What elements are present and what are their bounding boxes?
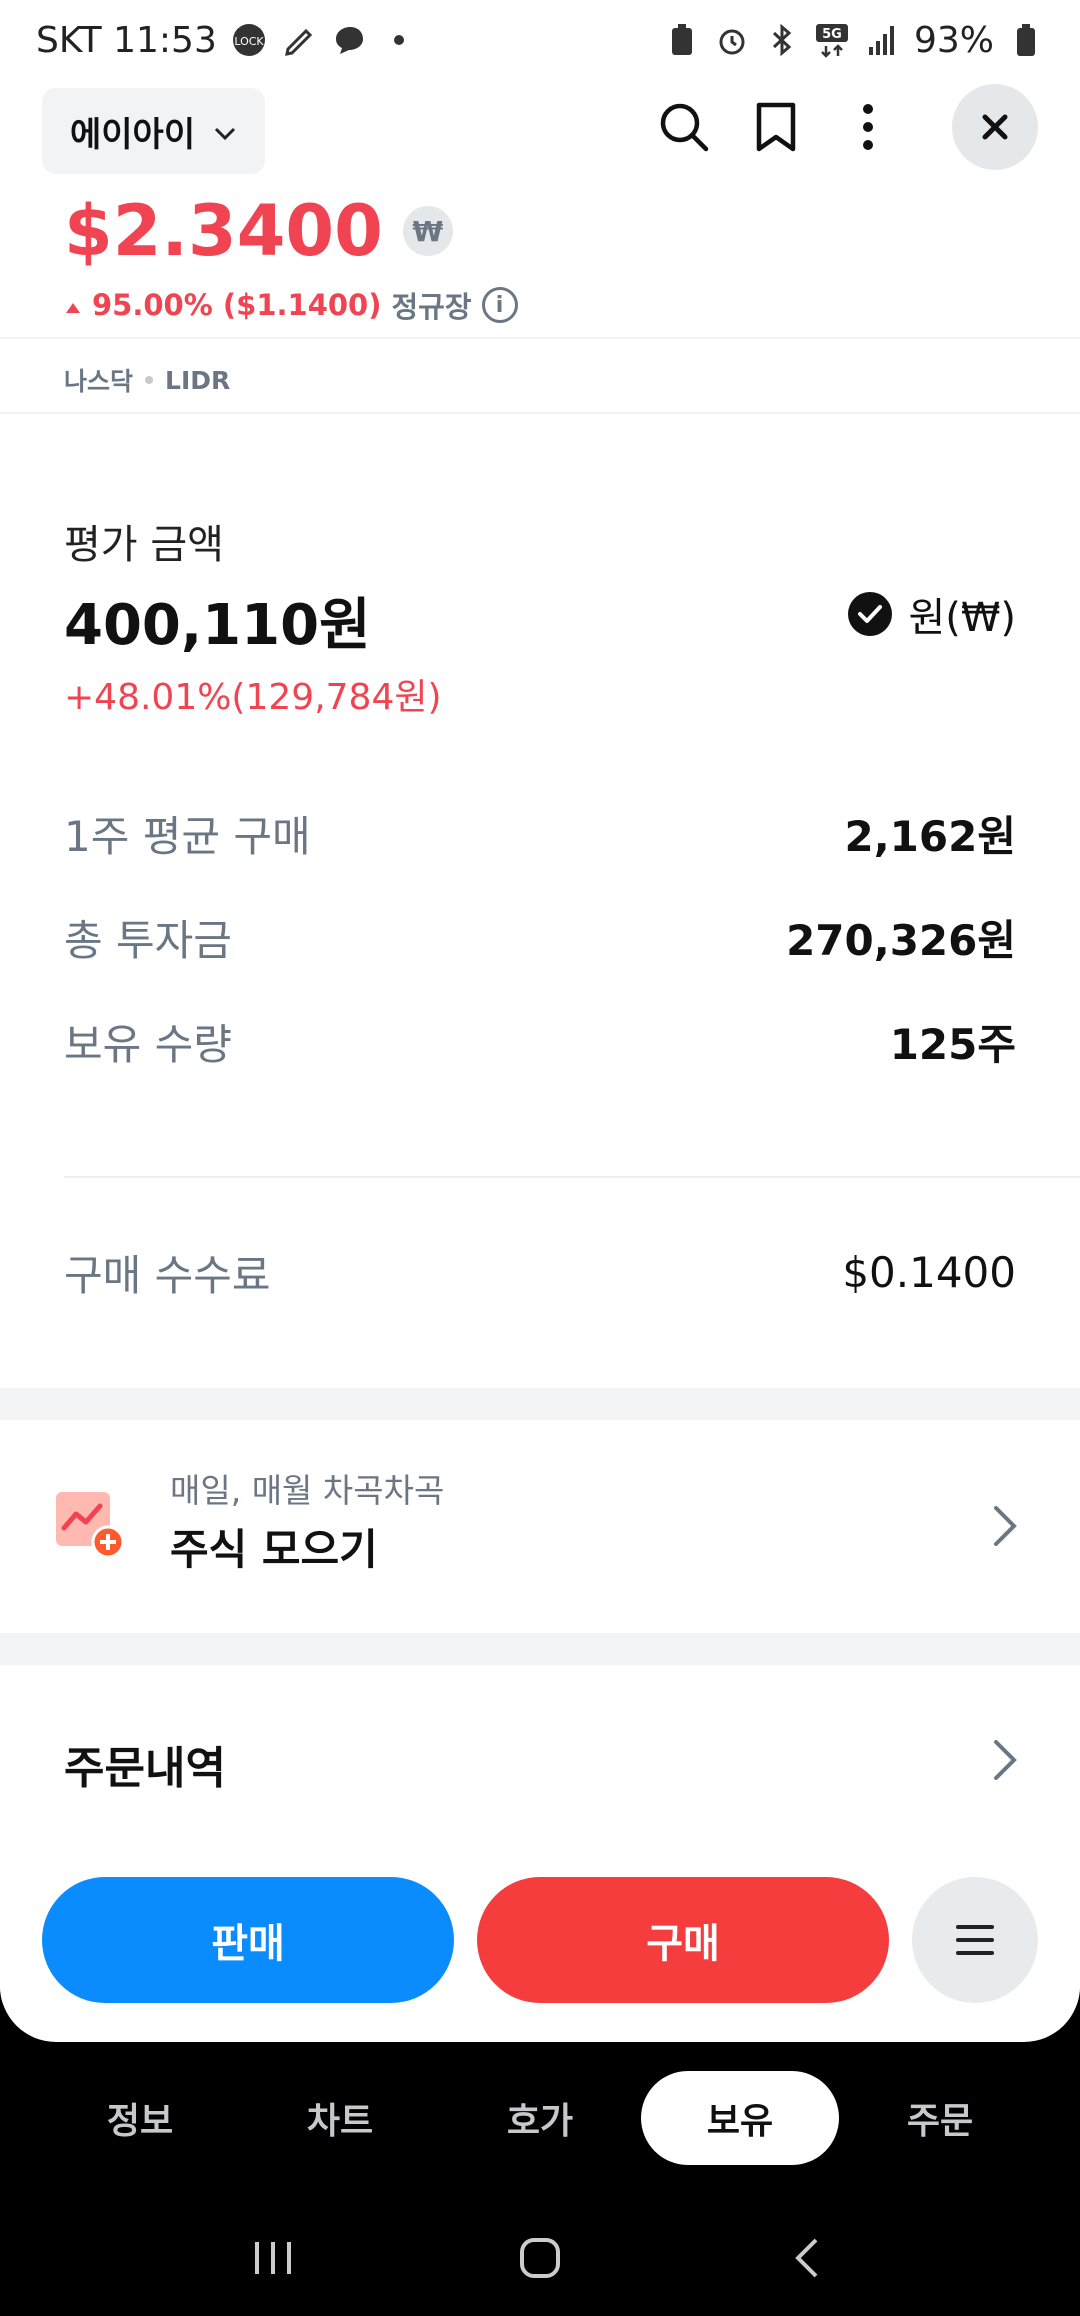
alarm-icon bbox=[714, 22, 750, 58]
divider bbox=[0, 412, 1080, 414]
stock-name: 에이아이 bbox=[70, 114, 196, 155]
bluetooth-icon bbox=[764, 22, 800, 58]
tab-info[interactable]: 정보 bbox=[41, 2071, 239, 2165]
tab-orders[interactable]: 주문 bbox=[841, 2071, 1039, 2165]
section-gap bbox=[0, 1633, 1080, 1665]
row-label: 보유 수량 bbox=[64, 1020, 232, 1069]
separator-dot bbox=[145, 376, 154, 384]
battery-saver-icon bbox=[664, 22, 700, 58]
more-options-icon[interactable] bbox=[840, 99, 896, 155]
chat-app-icon bbox=[331, 22, 367, 58]
bottom-tab-bar: 정보 차트 호가 보유 주문 bbox=[0, 2068, 1080, 2168]
section-gap bbox=[0, 1388, 1080, 1420]
collect-title: 주식 모으기 bbox=[170, 1525, 378, 1574]
divider bbox=[0, 337, 1080, 339]
fee-label: 구매 수수료 bbox=[64, 1251, 271, 1300]
fee-value: $0.1400 bbox=[842, 1248, 1016, 1297]
row-label: 총 투자금 bbox=[64, 916, 232, 965]
row-value: 270,326원 bbox=[786, 916, 1016, 965]
currency-toggle-label: 원(₩) bbox=[908, 595, 1016, 641]
chevron-right-icon[interactable] bbox=[990, 1736, 1020, 1784]
stock-collect-icon bbox=[56, 1490, 126, 1560]
sell-button[interactable]: 판매 bbox=[42, 1877, 454, 2003]
eval-label: 평가 금액 bbox=[64, 522, 224, 568]
current-price: $2.3400 bbox=[64, 190, 383, 272]
buy-button[interactable]: 구매 bbox=[477, 1877, 889, 2003]
pencil-app-icon bbox=[281, 22, 317, 58]
home-icon[interactable] bbox=[500, 2228, 580, 2288]
system-nav-bar bbox=[0, 2200, 1080, 2316]
currency-switch-badge[interactable]: ₩ bbox=[402, 206, 453, 256]
svg-text:5G: 5G bbox=[822, 27, 842, 42]
signal-icon bbox=[864, 22, 900, 58]
stock-selector-dropdown[interactable]: 에이아이 bbox=[42, 88, 266, 174]
holding-row-avg-price: 1주 평균 구매 2,162원 bbox=[64, 803, 1016, 864]
market-name: 나스닥 bbox=[64, 367, 134, 396]
stock-detail-sheet: 에이아이 $2.3400 ₩ 95.00% ($1.1400) 정규장 i 나스… bbox=[0, 80, 1080, 2042]
eval-change: +48.01%(129,784원) bbox=[64, 677, 442, 718]
price-change: 95.00% ($1.1400) bbox=[92, 288, 382, 322]
collect-subtitle: 매일, 매월 차곡차곡 bbox=[170, 1471, 445, 1510]
holding-row-quantity: 보유 수량 125주 bbox=[64, 1011, 1016, 1072]
close-button[interactable] bbox=[952, 84, 1038, 170]
menu-button[interactable] bbox=[912, 1877, 1038, 2003]
search-icon[interactable] bbox=[656, 99, 712, 155]
battery-percent: 93% bbox=[913, 19, 994, 61]
back-icon[interactable] bbox=[767, 2228, 847, 2288]
currency-toggle[interactable]: 원(₩) bbox=[848, 585, 1016, 643]
tab-chart[interactable]: 차트 bbox=[241, 2071, 439, 2165]
stock-collect-card[interactable]: 매일, 매월 차곡차곡 주식 모으기 bbox=[0, 1420, 1080, 1630]
eval-value: 400,110원 bbox=[64, 593, 371, 658]
tab-orderbook[interactable]: 호가 bbox=[441, 2071, 639, 2165]
battery-icon bbox=[1008, 22, 1044, 58]
orders-section-title[interactable]: 주문내역 bbox=[64, 1732, 226, 1796]
header: 에이아이 bbox=[0, 80, 1080, 184]
order-action-bar: 판매 구매 bbox=[0, 1865, 1080, 2005]
carrier-time: SKT 11:53 bbox=[36, 19, 217, 61]
divider bbox=[64, 1176, 1080, 1178]
row-value: 125주 bbox=[889, 1020, 1016, 1069]
up-triangle-icon bbox=[64, 288, 82, 322]
chevron-right-icon bbox=[994, 1506, 1017, 1546]
hamburger-icon bbox=[956, 1925, 994, 1955]
close-icon bbox=[982, 114, 1008, 140]
market-state: 정규장 bbox=[391, 290, 472, 324]
holding-row-fee: 구매 수수료 $0.1400 bbox=[64, 1242, 1016, 1303]
chevron-down-icon bbox=[213, 111, 237, 151]
recent-apps-icon[interactable] bbox=[233, 2228, 313, 2288]
holding-row-total-invest: 총 투자금 270,326원 bbox=[64, 907, 1016, 968]
ticker: LIDR bbox=[165, 365, 231, 395]
exchange-ticker-line: 나스닥 LIDR bbox=[64, 362, 230, 398]
info-icon[interactable]: i bbox=[481, 287, 518, 323]
lock-app-icon: LOCK bbox=[231, 22, 267, 58]
status-bar: SKT 11:53 LOCK 5G 93% bbox=[0, 0, 1080, 80]
price-block: $2.3400 ₩ 95.00% ($1.1400) 정규장 i bbox=[64, 190, 518, 326]
more-notifications-icon bbox=[381, 22, 417, 58]
bookmark-icon[interactable] bbox=[748, 99, 804, 155]
row-label: 1주 평균 구매 bbox=[64, 812, 311, 861]
row-value: 2,162원 bbox=[844, 812, 1017, 861]
tab-holdings[interactable]: 보유 bbox=[641, 2071, 839, 2165]
check-circle-icon bbox=[848, 592, 893, 636]
svg-text:LOCK: LOCK bbox=[234, 35, 264, 48]
network-5g-icon: 5G bbox=[814, 22, 850, 58]
